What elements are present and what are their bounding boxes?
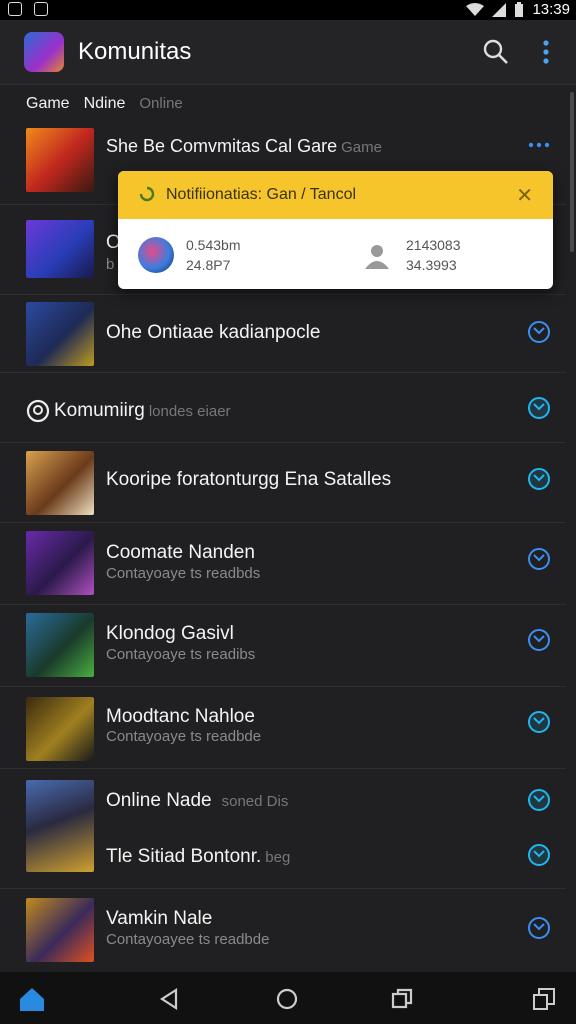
expand-icon[interactable] (528, 548, 550, 570)
row-title: Moodtanc Nahloe (106, 706, 255, 727)
row-title: Ohe Ontiaae kadianpocle (106, 322, 321, 343)
row-title: Klondog Gasivl (106, 623, 234, 644)
avatar (138, 237, 174, 273)
row-title: Coomate Nanden (106, 542, 255, 563)
scrollbar[interactable] (570, 92, 574, 252)
popup-value: 34.3993 (406, 257, 457, 273)
game-thumbnail (26, 128, 94, 192)
list-item[interactable]: Online Nade soned Dis Tle Sitiad Bontonr.… (0, 768, 566, 889)
app-bar: Komunitas (0, 20, 576, 85)
tab-online[interactable]: Online (139, 95, 182, 113)
image-icon (34, 2, 48, 16)
tab-game[interactable]: Game (26, 95, 70, 113)
list-item[interactable]: Vamkin Nale Contayoayee ts readbde (0, 888, 566, 972)
filter-tabs: Game Ndine Online (26, 95, 183, 113)
row-subtitle: Contayoaye ts readibs (106, 646, 256, 663)
game-thumbnail (26, 220, 94, 278)
expand-icon[interactable] (528, 844, 550, 866)
row-title: Tle Sitiad Bontonr. (106, 846, 262, 867)
expand-icon[interactable] (528, 629, 550, 651)
popup-value: 0.543bm (186, 237, 241, 253)
game-thumbnail (26, 451, 94, 515)
popup-header: Notifiionatias: Gan / Tancol ✕ (118, 171, 553, 219)
popup-value: 2143083 (406, 237, 461, 253)
expand-icon[interactable] (528, 321, 550, 343)
list-item[interactable]: Klondog Gasivl Contayoaye ts readibs (0, 604, 566, 687)
row-muted: Game (341, 139, 382, 156)
list-item[interactable]: Ohe Ontiaae kadianpocle (0, 294, 566, 373)
home-icon[interactable] (273, 985, 301, 1013)
recents-icon[interactable] (388, 985, 416, 1013)
status-bar: 13:39 (0, 0, 576, 20)
list-item[interactable]: Komumiirg londes eiaer (0, 372, 566, 443)
tab-ndine[interactable]: Ndine (84, 95, 126, 113)
list-item[interactable]: Moodtanc Nahloe Contayoaye ts readbde (0, 686, 566, 769)
row-muted: soned Dis (221, 793, 289, 810)
expand-icon[interactable] (528, 917, 550, 939)
user-icon (365, 245, 389, 269)
row-title: She Be Comvmitas Cal Gare (106, 136, 338, 156)
system-nav-bar (0, 972, 576, 1024)
notification-icon (8, 2, 22, 16)
notification-popup: Notifiionatias: Gan / Tancol ✕ 0.543bm 2… (118, 171, 553, 289)
game-thumbnail (26, 531, 94, 595)
close-icon[interactable]: ✕ (516, 183, 533, 208)
clock: 13:39 (532, 1, 570, 18)
game-thumbnail (26, 302, 94, 366)
more-vert-icon[interactable] (536, 38, 556, 66)
back-icon[interactable] (156, 985, 184, 1013)
popup-value: 24.8P7 (186, 257, 231, 273)
expand-icon[interactable] (528, 397, 550, 419)
row-muted: londes eiaer (148, 403, 231, 420)
page-title: Komunitas (78, 38, 192, 65)
row-title: Kooripe foratonturgg Ena Satalles (106, 469, 392, 490)
game-thumbnail (26, 898, 94, 962)
battery-icon (515, 1, 524, 17)
list-item[interactable]: Coomate Nanden Contayoaye ts readbds (0, 522, 566, 605)
more-horiz-icon[interactable] (528, 142, 550, 148)
list-item[interactable]: Kooripe foratonturgg Ena Satalles (0, 442, 566, 523)
row-subtitle: Contayoayee ts readbde (106, 931, 270, 948)
wifi-icon (466, 2, 485, 16)
game-thumbnail (26, 697, 94, 761)
row-title: Komumiirg (54, 400, 145, 421)
expand-icon[interactable] (528, 711, 550, 733)
app-switch-icon[interactable] (530, 985, 558, 1013)
popup-title: Notifiionatias: Gan / Tancol (166, 186, 357, 203)
search-circle-icon (26, 399, 50, 423)
home-app-icon[interactable] (18, 985, 46, 1013)
row-subtitle: Contayoaye ts readbds (106, 565, 261, 582)
row-subtitle: Contayoaye ts readbde (106, 728, 262, 745)
game-thumbnail (26, 780, 94, 872)
app-logo (24, 32, 64, 72)
game-thumbnail (26, 613, 94, 677)
refresh-icon[interactable] (138, 185, 156, 203)
row-subtitle: b (106, 256, 115, 273)
row-title: Online Nade (106, 790, 212, 811)
row-title: Vamkin Nale (106, 908, 213, 929)
signal-icon (492, 2, 507, 17)
expand-icon[interactable] (528, 468, 550, 490)
expand-icon[interactable] (528, 789, 550, 811)
row-muted: beg (265, 849, 291, 866)
search-icon[interactable] (482, 38, 510, 66)
